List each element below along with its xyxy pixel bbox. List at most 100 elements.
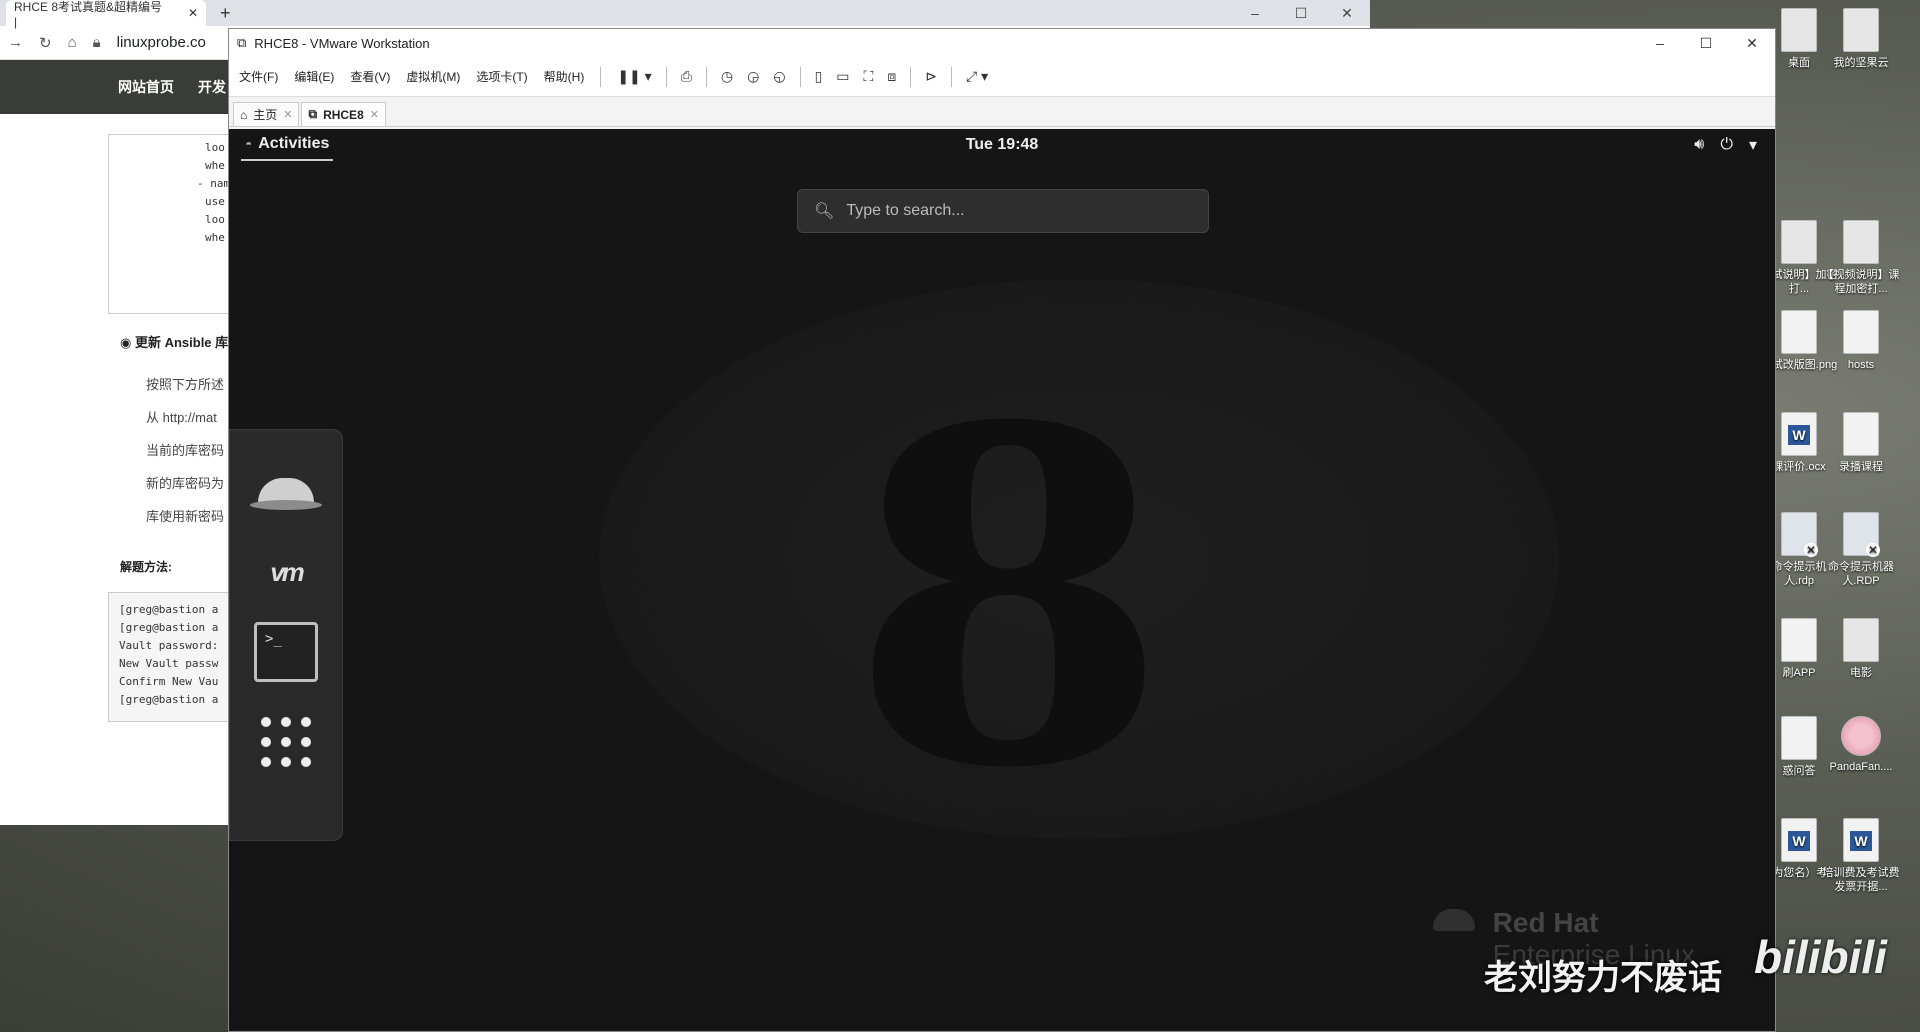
toolbar-separator <box>799 66 801 87</box>
search-input[interactable]: 🔍︎ Type to search... <box>797 189 1209 233</box>
file-icon <box>1781 310 1817 354</box>
close-icon[interactable]: ✕ <box>283 108 292 121</box>
bilibili-logo: bilibili <box>1754 931 1887 983</box>
home-icon: ⌂ <box>240 107 248 122</box>
word-document-icon <box>1843 818 1879 862</box>
vmware-window: ⧉ RHCE8 - VMware Workstation – ☐ ✕ 文件(F)… <box>228 28 1776 1032</box>
close-icon[interactable]: ✕ <box>1729 29 1775 57</box>
terminal-icon: >_ <box>254 622 318 682</box>
lock-icon: 🔒︎ <box>92 34 101 51</box>
clock[interactable]: Tue 19:48 <box>229 129 1775 161</box>
toolbar-separator <box>950 66 952 87</box>
remote-desktop-icon <box>1843 512 1880 557</box>
desktop-icon[interactable]: 录播课程 <box>1822 412 1900 474</box>
dash-app-vmware[interactable]: vm <box>254 540 318 604</box>
chevron-down-icon: ▾ <box>1748 137 1757 154</box>
search-icon: 🔍︎ <box>814 203 835 220</box>
desktop-icon[interactable]: 命令提示机器人.RDP <box>1822 512 1900 588</box>
maximize-icon[interactable]: ☐ <box>1278 0 1324 26</box>
file-icon <box>1781 716 1817 760</box>
fullscreen-icon[interactable]: ⛶ <box>864 68 874 85</box>
menu-file[interactable]: 文件(F) <box>239 68 278 85</box>
vmware-titlebar: ⧉ RHCE8 - VMware Workstation – ☐ ✕ <box>229 29 1775 57</box>
stretch-icon[interactable]: ⤢ ▾ <box>966 68 988 85</box>
dash-app-redhat[interactable] <box>250 460 322 524</box>
tab-home[interactable]: ⌂ 主页 ✕ <box>233 102 300 126</box>
nav-home-link[interactable]: 网站首页 <box>118 77 174 97</box>
nav-dev-link[interactable]: 开发 <box>198 77 226 97</box>
terminal-output: [greg@bastion a [greg@bastion a Vault pa… <box>108 592 238 722</box>
revert-snapshot-icon[interactable]: ◶ <box>747 68 759 85</box>
vmware-tabs: ⌂ 主页 ✕ ⧉ RHCE8 ✕ <box>229 97 1775 127</box>
maximize-icon[interactable]: ☐ <box>1683 29 1729 57</box>
vm-icon: ⧉ <box>308 107 318 121</box>
browser-tab-title: RHCE 8考试真题&超精编号 | <box>14 0 163 29</box>
browser-window-controls: – ☐ ✕ <box>1232 0 1370 26</box>
menu-help[interactable]: 帮助(H) <box>544 68 585 85</box>
home-icon[interactable]: ⌂ <box>68 34 77 51</box>
pause-icon[interactable]: ❚❚ ▾ <box>617 68 651 85</box>
folder-icon <box>1843 618 1879 662</box>
file-icon <box>1843 412 1879 456</box>
snapshot-icon[interactable]: ◷ <box>721 68 733 85</box>
desktop-icon[interactable]: 我的坚果云 <box>1822 8 1900 70</box>
folder-icon <box>1843 220 1879 264</box>
close-icon[interactable]: ✕ <box>188 6 198 20</box>
new-tab-button[interactable]: + <box>220 3 231 24</box>
redhat-icon <box>250 478 322 510</box>
toolbar-separator <box>705 66 707 87</box>
system-menu[interactable]: 🔊︎ ⏻ ▾ <box>1694 129 1757 161</box>
url-field[interactable]: linuxprobe.co <box>117 34 206 51</box>
step-text: 新的库密码为 <box>146 476 225 491</box>
folder-icon <box>1781 220 1817 264</box>
browser-tab[interactable]: RHCE 8考试真题&超精编号 | ✕ <box>6 0 206 29</box>
redhat-logo-icon <box>1432 909 1475 931</box>
folder-icon <box>1781 8 1817 52</box>
panda-app-icon <box>1841 716 1881 756</box>
console-view-icon[interactable]: ⊳ <box>925 68 937 85</box>
close-icon[interactable]: ✕ <box>370 108 379 121</box>
menu-view[interactable]: 查看(V) <box>350 68 390 85</box>
step-text: 从 http://mat <box>146 410 217 425</box>
minimize-icon[interactable]: – <box>1637 29 1683 57</box>
close-icon[interactable]: ✕ <box>1324 0 1370 26</box>
show-applications-button[interactable] <box>254 710 318 774</box>
method-label: 解题方法: <box>120 560 172 574</box>
step-text: 按照下方所述 <box>146 377 225 392</box>
menu-tabs[interactable]: 选项卡(T) <box>476 68 527 85</box>
app-grid-icon <box>261 717 311 767</box>
window-title: RHCE8 - VMware Workstation <box>254 35 430 51</box>
vmware-menubar: 文件(F) 编辑(E) 查看(V) 虚拟机(M) 选项卡(T) 帮助(H) ❚❚… <box>229 57 1775 97</box>
dash-app-terminal[interactable]: >_ <box>254 620 318 684</box>
show-library-icon[interactable]: ▯ <box>815 68 823 85</box>
tab-rhce8[interactable]: ⧉ RHCE8 ✕ <box>301 102 386 126</box>
desktop-icon[interactable]: 培训费及考试费发票开据... <box>1822 818 1900 894</box>
word-document-icon <box>1781 818 1817 862</box>
toolbar-separator <box>910 66 912 87</box>
desktop-icon[interactable]: 【视频说明】课程加密打... <box>1822 220 1900 296</box>
desktop-icon[interactable]: PandaFan.... <box>1822 716 1900 774</box>
gnome-topbar: ◓ Activities Tue 19:48 🔊︎ ⏻ ▾ <box>229 129 1775 161</box>
file-icon <box>1781 618 1817 662</box>
vmware-icon: vm <box>270 556 305 587</box>
send-keys-icon[interactable]: ⎙ <box>681 68 692 85</box>
forward-icon[interactable]: → <box>8 34 23 51</box>
snapshot-manager-icon[interactable]: ◵ <box>773 68 785 85</box>
reload-icon[interactable]: ↻ <box>39 34 52 52</box>
window-controls: – ☐ ✕ <box>1637 29 1775 57</box>
minimize-icon[interactable]: – <box>1232 0 1278 26</box>
desktop-icon[interactable]: 电影 <box>1822 618 1900 680</box>
folder-icon <box>1843 8 1879 52</box>
browser-tabstrip: RHCE 8考试真题&超精编号 | ✕ + – ☐ ✕ <box>0 0 1370 29</box>
thumbnail-bar-icon[interactable]: ▭ <box>836 68 849 85</box>
menu-vm[interactable]: 虚拟机(M) <box>406 68 460 85</box>
volume-icon: 🔊︎ <box>1694 136 1705 153</box>
guest-screen[interactable]: 8 ◓ Activities Tue 19:48 🔊︎ ⏻ ▾ 🔍︎ Type … <box>229 129 1775 1031</box>
section-title: ◉ 更新 Ansible 库 <box>120 335 229 350</box>
menu-edit[interactable]: 编辑(E) <box>294 68 334 85</box>
desktop-icon[interactable]: hosts <box>1822 310 1900 372</box>
video-watermark: 老刘努力不废话 <box>1484 959 1722 997</box>
unity-icon[interactable]: ⧈ <box>887 68 896 85</box>
vmware-toolbar: ❚❚ ▾ ⎙ ◷ ◶ ◵ ▯ ▭ ⛶ ⧈ ⊳ ⤢ ▾ <box>617 66 988 87</box>
power-icon: ⏻ <box>1720 136 1733 153</box>
